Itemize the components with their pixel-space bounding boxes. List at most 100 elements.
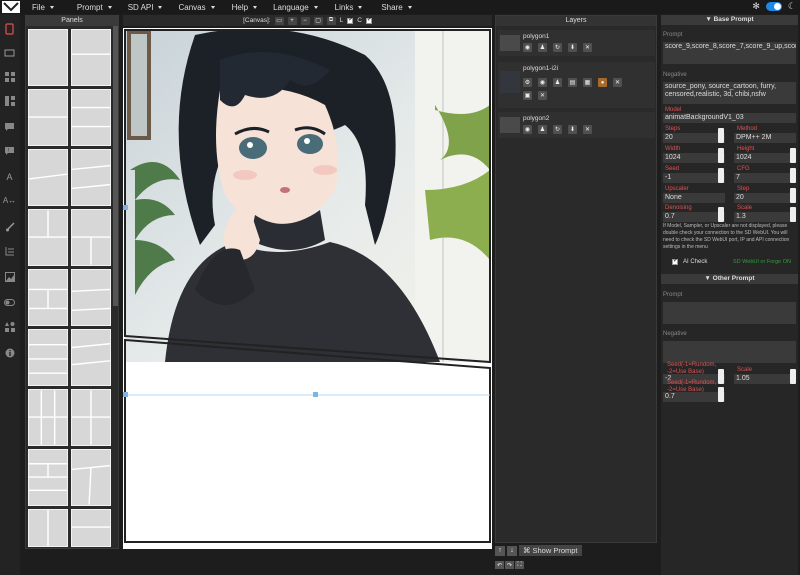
grid-icon[interactable]	[3, 70, 16, 83]
other-prompt-field[interactable]	[663, 302, 796, 324]
zoom-in-icon[interactable]: +	[287, 16, 297, 25]
settings-gear-icon[interactable]: ✻	[752, 1, 760, 12]
menu-share[interactable]: Share	[381, 3, 412, 12]
run-icon[interactable]: ♟	[538, 43, 547, 52]
steps-stepper[interactable]	[718, 128, 724, 143]
upscaler-select[interactable]: None	[663, 193, 725, 203]
close-icon[interactable]: ✕	[583, 43, 592, 52]
panel-template[interactable]	[28, 149, 68, 206]
eye-icon[interactable]: ◉	[523, 125, 532, 134]
zoom-out-icon[interactable]: −	[300, 16, 310, 25]
denoising-input[interactable]: 0.7	[663, 212, 725, 222]
panel-template[interactable]	[71, 329, 111, 386]
scale-input[interactable]: 1.3	[734, 212, 796, 222]
panel-template[interactable]	[28, 89, 68, 146]
width-input[interactable]: 1024	[663, 153, 725, 163]
theme-toggle[interactable]	[765, 2, 782, 11]
cfg-input[interactable]: 7	[734, 173, 796, 183]
frame-icon[interactable]: ▢	[313, 16, 323, 25]
eye-icon[interactable]: ◉	[523, 43, 532, 52]
download-icon[interactable]: ⬇	[568, 43, 577, 52]
text-edit-icon[interactable]: A↔	[3, 194, 16, 207]
panel-template[interactable]	[71, 509, 111, 547]
panels-scrollbar[interactable]	[113, 26, 118, 306]
shapes-icon[interactable]	[3, 320, 16, 333]
panel-template[interactable]	[71, 269, 111, 326]
color-icon[interactable]: ●	[598, 78, 607, 87]
ai-check-checkbox[interactable]	[672, 257, 678, 265]
other-scale-stepper[interactable]	[790, 369, 796, 384]
panel-template[interactable]	[71, 29, 111, 86]
undo-icon[interactable]: ↶	[495, 561, 504, 569]
close-icon[interactable]: ✕	[583, 125, 592, 134]
panel-template[interactable]	[71, 389, 111, 446]
height-input[interactable]: 1024	[734, 153, 796, 163]
image-icon[interactable]	[3, 270, 16, 283]
base-prompt-header[interactable]: ▼ Base Prompt	[661, 15, 798, 25]
panel-template[interactable]	[28, 269, 68, 326]
rectangle-icon[interactable]	[3, 46, 16, 59]
other-seed2-stepper[interactable]	[718, 387, 724, 402]
text-icon[interactable]: A	[3, 170, 16, 183]
panel-template[interactable]	[71, 449, 111, 506]
document-icon[interactable]: ▤	[568, 78, 577, 87]
menu-help[interactable]: Help	[232, 3, 258, 12]
close-icon[interactable]: ✕	[538, 91, 547, 100]
run-icon[interactable]: ♟	[538, 125, 547, 134]
close-icon[interactable]: ✕	[613, 78, 622, 87]
other-scale-input[interactable]: 1.05	[734, 374, 796, 384]
speech-bubble-icon[interactable]	[3, 120, 16, 133]
menu-language[interactable]: Language	[273, 3, 318, 12]
menu-links[interactable]: Links	[335, 3, 363, 12]
other-seed2-input[interactable]: 0.7	[663, 392, 725, 402]
layer-item[interactable]: polygon1-i2i ⚙ ◉ ♟ ▤ ▦ ● ✕ ▣ ✕	[498, 62, 655, 108]
fullscreen-icon[interactable]: ⛶	[515, 561, 524, 569]
panel-template[interactable]	[71, 89, 111, 146]
panel-template[interactable]	[28, 509, 68, 547]
settings-icon[interactable]: ⚙	[523, 78, 532, 87]
menu-sd-api[interactable]: SD API	[128, 3, 163, 12]
step-stepper[interactable]	[790, 188, 796, 203]
method-select[interactable]: DPM++ 2M	[734, 133, 796, 143]
seed-stepper[interactable]	[718, 168, 724, 183]
comment-icon[interactable]: !	[3, 144, 16, 157]
model-select[interactable]: animatBackgroundV1_03	[663, 113, 796, 123]
layout-icon[interactable]	[3, 94, 16, 107]
c-checkbox[interactable]	[365, 16, 372, 24]
width-stepper[interactable]	[718, 148, 724, 163]
panel-template[interactable]	[71, 149, 111, 206]
eye-icon[interactable]: ◉	[538, 78, 547, 87]
panel-template[interactable]	[28, 29, 68, 86]
step-input[interactable]: 20	[734, 193, 796, 203]
steps-input[interactable]: 20	[663, 133, 725, 143]
show-prompt-button[interactable]: ⌘ Show Prompt	[519, 545, 582, 556]
denoising-stepper[interactable]	[718, 207, 724, 222]
seed-input[interactable]: -1	[663, 173, 725, 183]
panel-template[interactable]	[71, 209, 111, 266]
toggle-icon[interactable]	[3, 296, 16, 309]
download-icon[interactable]: ⬇	[568, 125, 577, 134]
l-checkbox[interactable]	[347, 16, 353, 24]
refresh-icon[interactable]: ↻	[553, 125, 562, 134]
menu-canvas[interactable]: Canvas	[178, 3, 215, 12]
height-stepper[interactable]	[790, 148, 796, 163]
brush-icon[interactable]	[3, 220, 16, 233]
other-prompt-header[interactable]: ▼ Other Prompt	[661, 274, 798, 284]
layer-item[interactable]: polygon2 ◉ ♟ ↻ ⬇ ✕	[498, 112, 655, 138]
panel-template[interactable]	[28, 209, 68, 266]
scale-stepper[interactable]	[790, 207, 796, 222]
other-seed-stepper[interactable]	[718, 369, 724, 384]
export-icon[interactable]: ⧉	[326, 16, 336, 25]
panel-template[interactable]	[28, 389, 68, 446]
menu-file[interactable]: File	[32, 3, 54, 12]
canvas[interactable]	[123, 28, 492, 549]
panel-template[interactable]	[28, 449, 68, 506]
arrow-up-icon[interactable]: ↑	[495, 545, 505, 556]
phone-icon[interactable]	[3, 22, 16, 35]
fit-icon[interactable]: ▭	[274, 16, 284, 25]
cfg-stepper[interactable]	[790, 168, 796, 183]
redo-icon[interactable]: ↷	[505, 561, 514, 569]
image-icon[interactable]: ▣	[523, 91, 532, 100]
negative-field[interactable]: source_pony, source_cartoon, furry, cens…	[663, 82, 796, 104]
layer-item[interactable]: polygon1 ◉ ♟ ↻ ⬇ ✕	[498, 30, 655, 56]
